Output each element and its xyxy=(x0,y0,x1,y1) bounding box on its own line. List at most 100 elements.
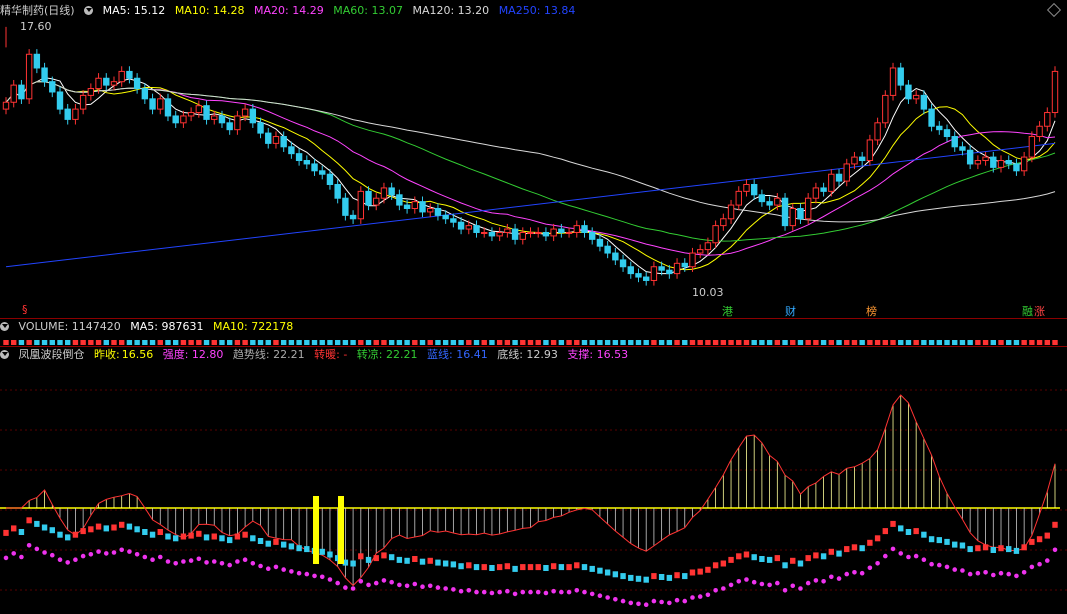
candle-body xyxy=(49,81,56,93)
candle-body xyxy=(897,67,904,86)
candle-body xyxy=(1005,160,1012,165)
support-dot xyxy=(937,562,942,568)
candle-body xyxy=(10,84,17,103)
candle-body xyxy=(966,149,974,165)
candle-body xyxy=(2,101,10,110)
volume-bar xyxy=(913,340,919,345)
indicator-candle xyxy=(520,564,526,571)
candle-body xyxy=(1051,70,1059,114)
support-dot xyxy=(3,555,9,561)
support-dot xyxy=(535,589,541,595)
candle-body xyxy=(858,156,866,162)
candle-body xyxy=(997,160,1005,168)
event-marker[interactable]: 财 xyxy=(785,303,796,319)
event-marker[interactable]: 榜 xyxy=(866,303,877,319)
indicator-candle xyxy=(1036,536,1043,543)
candle-body xyxy=(959,146,966,151)
indicator-candle xyxy=(921,531,927,538)
volume-bar xyxy=(265,340,271,345)
volume-bar xyxy=(412,340,418,345)
support-dot xyxy=(127,549,132,554)
indicator-candle xyxy=(1006,546,1012,553)
volume-bar xyxy=(458,340,464,345)
volume-bar xyxy=(257,340,264,345)
candle-body xyxy=(943,129,951,138)
candle-body xyxy=(704,242,712,251)
candle-body xyxy=(411,201,419,209)
candle-body xyxy=(157,98,164,110)
support-dot xyxy=(219,561,225,566)
volume-bar xyxy=(589,340,595,345)
indicator-candle xyxy=(959,542,966,549)
support-dot xyxy=(782,588,788,593)
candle-body xyxy=(905,84,912,100)
indicator-candle xyxy=(365,556,372,563)
indicator-candle xyxy=(790,557,796,564)
candle-body xyxy=(164,98,172,117)
indicator-candle xyxy=(234,533,241,540)
candle-body xyxy=(781,197,789,227)
indicator-candle xyxy=(936,537,943,544)
indicator-candle xyxy=(273,538,279,545)
volume-bar xyxy=(1029,340,1035,345)
event-marker[interactable]: 融 xyxy=(1022,303,1033,319)
volume-bar xyxy=(34,340,40,345)
candle-body xyxy=(558,228,565,233)
support-dot xyxy=(559,589,564,595)
support-dot xyxy=(111,550,117,555)
indicator-candle xyxy=(982,544,989,551)
support-dot xyxy=(775,580,780,586)
volume-bar xyxy=(820,340,827,345)
volume-bar xyxy=(327,340,333,345)
indicator-candle xyxy=(512,565,518,572)
indicator-candle xyxy=(466,562,472,569)
volume-bar xyxy=(712,340,719,345)
volume-bar xyxy=(674,340,680,345)
volume-bar xyxy=(288,340,295,345)
indicator-candle xyxy=(566,564,572,571)
event-marker[interactable]: 港 xyxy=(722,303,733,319)
support-dot xyxy=(26,543,32,548)
indicator-candle xyxy=(720,560,727,567)
support-dot xyxy=(119,547,124,553)
volume-bar xyxy=(512,340,518,345)
indicator-candle xyxy=(944,538,950,545)
indicator-candle xyxy=(782,562,788,569)
indicator-candle xyxy=(49,527,55,534)
volume-bar xyxy=(705,340,711,345)
volume-bar xyxy=(165,340,171,345)
candle-body xyxy=(249,108,257,124)
indicator-candle xyxy=(404,557,410,564)
candle-body xyxy=(211,115,218,120)
candle-body xyxy=(851,156,858,165)
indicator-candle xyxy=(743,551,750,558)
support-dot xyxy=(983,570,988,575)
support-dot xyxy=(543,590,549,596)
support-dot xyxy=(690,595,695,600)
candle-body xyxy=(149,98,156,110)
indicator-candle xyxy=(481,564,487,571)
support-dot xyxy=(389,579,394,585)
indicator-candle xyxy=(697,568,703,575)
support-dot xyxy=(944,564,950,570)
indicator-candle xyxy=(967,546,973,553)
volume-bar xyxy=(944,340,950,345)
event-marker[interactable]: § xyxy=(22,303,28,316)
event-marker[interactable]: 涨 xyxy=(1034,303,1045,319)
volume-bar xyxy=(489,340,495,345)
support-dot xyxy=(489,590,495,596)
support-dot xyxy=(366,582,371,588)
indicator-candle xyxy=(998,545,1004,552)
candle-body xyxy=(727,204,735,220)
indicator-candle xyxy=(358,553,364,560)
candle-body xyxy=(319,170,326,175)
candle-body xyxy=(1020,156,1028,172)
support-dot xyxy=(636,601,641,607)
volume-bar xyxy=(982,340,989,345)
volume-bar xyxy=(790,340,796,345)
volume-bar xyxy=(1036,340,1043,345)
support-dot xyxy=(80,553,86,559)
volume-bar xyxy=(242,340,248,345)
indicator-candle xyxy=(651,573,657,580)
indicator-candle xyxy=(759,556,765,562)
